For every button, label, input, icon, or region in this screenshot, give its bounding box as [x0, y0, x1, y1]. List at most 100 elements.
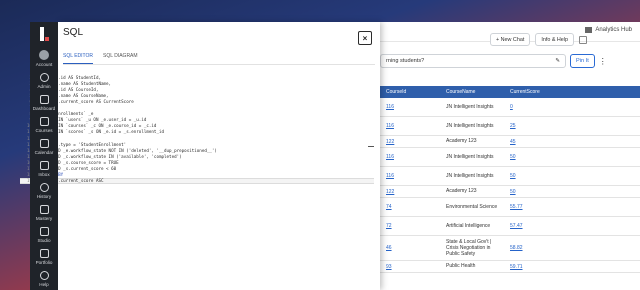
download-icon[interactable] [579, 35, 587, 44]
score-cell[interactable]: 50 [504, 189, 564, 195]
score-cell[interactable]: 50 [504, 154, 564, 160]
table-row: 122 Academy 123 50 [380, 186, 640, 198]
table-row: 122 Academy 123 45 [380, 136, 640, 148]
tab-divider [63, 64, 375, 65]
score-cell[interactable]: 55.77 [504, 204, 564, 210]
table-row: 93 Public Health 59.71 [380, 261, 640, 273]
course-name-cell: State & Local Gov't | Crisis Negotiation… [446, 238, 492, 258]
score-cell[interactable]: 0 [504, 104, 564, 110]
nav-studio[interactable]: Studio [30, 225, 58, 246]
calendar-icon [39, 138, 49, 148]
code-text: JOIN `scores` _s ON _e.id = _s.enrollmen… [43, 129, 165, 135]
course-name-cell: JN Intelligent Insights [446, 172, 494, 179]
nav-dashboard[interactable]: Dashboard [30, 92, 58, 113]
nav-portfolio[interactable]: Portfolio [30, 247, 58, 268]
more-options-icon[interactable]: ⋮ [599, 57, 607, 66]
nav-account[interactable]: Account [30, 48, 58, 69]
course-id-cell[interactable]: 116 [380, 173, 440, 179]
table-header: CourseId CourseName CurrentScore [380, 86, 640, 98]
score-cell[interactable]: 58.82 [504, 245, 564, 251]
course-id-cell[interactable]: 116 [380, 104, 440, 110]
table-row: 46 State & Local Gov't | Crisis Negotiati… [380, 236, 640, 261]
col-header-courseid[interactable]: CourseId [380, 89, 440, 95]
col-header-currentscore[interactable]: CurrentScore [504, 89, 564, 95]
clock-icon [39, 183, 49, 193]
nav-label: Admin [37, 83, 51, 89]
table-row: 116 JN Intelligent Insights 50 [380, 148, 640, 167]
book-icon [39, 116, 49, 126]
nav-label: Dashboard [32, 105, 56, 111]
course-id-cell[interactable]: 72 [380, 223, 440, 229]
global-nav: Account Admin Dashboard Courses Calendar… [30, 22, 58, 290]
info-help-button[interactable]: Info & Help [535, 33, 574, 46]
course-id-cell[interactable]: 122 [380, 189, 440, 195]
new-chat-button[interactable]: + New Chat [490, 33, 531, 46]
modal-title: SQL [63, 27, 84, 38]
tab-sql-diagram[interactable]: SQL DIAGRAM [103, 53, 138, 64]
nav-admin[interactable]: Admin [30, 70, 58, 91]
course-id-cell[interactable]: 46 [380, 245, 440, 251]
nav-courses[interactable]: Courses [30, 114, 58, 135]
table-row: 72 Artificial Intelligence 57.47 [380, 217, 640, 236]
score-cell[interactable]: 57.47 [504, 223, 564, 229]
score-cell[interactable]: 45 [504, 139, 564, 145]
question-input[interactable]: rning students? ✎ [380, 54, 566, 68]
pin-it-label: Pin It [576, 58, 589, 64]
nav-calendar[interactable]: Calendar [30, 136, 58, 157]
info-help-label: Info & Help [541, 36, 568, 43]
logo-bar [39, 27, 44, 42]
score-cell[interactable]: 25 [504, 123, 564, 129]
score-cell[interactable]: 50 [504, 173, 564, 179]
tab-sql-editor[interactable]: SQL EDITOR [63, 53, 94, 64]
table-row: 74 Environmental Science 55.77 [380, 198, 640, 217]
course-name-cell: JN Intelligent Insights [446, 122, 494, 129]
course-id-cell[interactable]: 74 [380, 204, 440, 210]
nav-label: Calendar [34, 149, 54, 155]
network-icon [39, 205, 49, 215]
score-cell[interactable]: 59.71 [504, 264, 564, 270]
close-button[interactable]: × [358, 31, 372, 45]
modal-tabs: SQL EDITOR SQL DIAGRAM [63, 53, 138, 64]
course-name-cell: JN Intelligent Insights [446, 153, 494, 160]
nav-label: Inbox [38, 171, 50, 177]
code-line-current: 19 _e.current_score ASC [20, 177, 374, 184]
nav-label: Studio [37, 238, 51, 244]
course-name-cell: Academy 123 [446, 138, 477, 145]
question-text: rning students? [386, 58, 425, 64]
nav-label: History [36, 194, 52, 200]
col-header-coursename[interactable]: CourseName [440, 89, 504, 95]
query-bar: rning students? ✎ Pin It ⋮ [380, 54, 607, 68]
logo-dot [44, 36, 49, 41]
nav-label: Help [39, 282, 49, 288]
course-id-cell[interactable]: 122 [380, 139, 440, 145]
code-text: AND _c.workflow_state IN ('available', '… [43, 153, 182, 159]
course-name-cell: Academy 123 [446, 188, 477, 195]
nav-mastery[interactable]: Mastery [30, 203, 58, 224]
nav-inbox[interactable]: Inbox [30, 158, 58, 179]
course-name-cell: Environmental Science [446, 203, 498, 210]
course-id-cell[interactable]: 93 [380, 264, 440, 270]
course-name-cell: JN Intelligent Insights [446, 103, 494, 110]
analytics-hub-link[interactable]: Analytics Hub [585, 27, 632, 33]
edit-pencil-icon[interactable]: ✎ [555, 58, 560, 64]
nav-label: Account [35, 61, 53, 67]
sql-code-editor[interactable]: 1SELECT 2 _u.id AS StudentId, 3 _u.name … [20, 68, 374, 184]
brand-logo[interactable] [30, 22, 58, 47]
nav-label: Portfolio [35, 260, 53, 266]
dashboard-icon [39, 94, 49, 104]
inbox-icon [39, 160, 49, 170]
nav-help[interactable]: Help [30, 269, 58, 290]
analytics-hub-label: Analytics Hub [595, 27, 632, 33]
course-id-cell[interactable]: 116 [380, 154, 440, 160]
table-row: 116 JN Intelligent Insights 0 [380, 98, 640, 117]
help-circle-icon [39, 271, 49, 281]
pin-it-button[interactable]: Pin It [570, 54, 595, 68]
table-row: 116 JN Intelligent Insights 25 [380, 117, 640, 136]
course-id-cell[interactable]: 116 [380, 123, 440, 129]
admin-gear-icon [39, 72, 49, 82]
nav-label: Courses [35, 127, 53, 133]
video-icon [39, 227, 49, 237]
table-row: 116 JN Intelligent Insights 50 [380, 167, 640, 186]
user-avatar-icon [39, 49, 49, 60]
nav-history[interactable]: History [30, 181, 58, 202]
